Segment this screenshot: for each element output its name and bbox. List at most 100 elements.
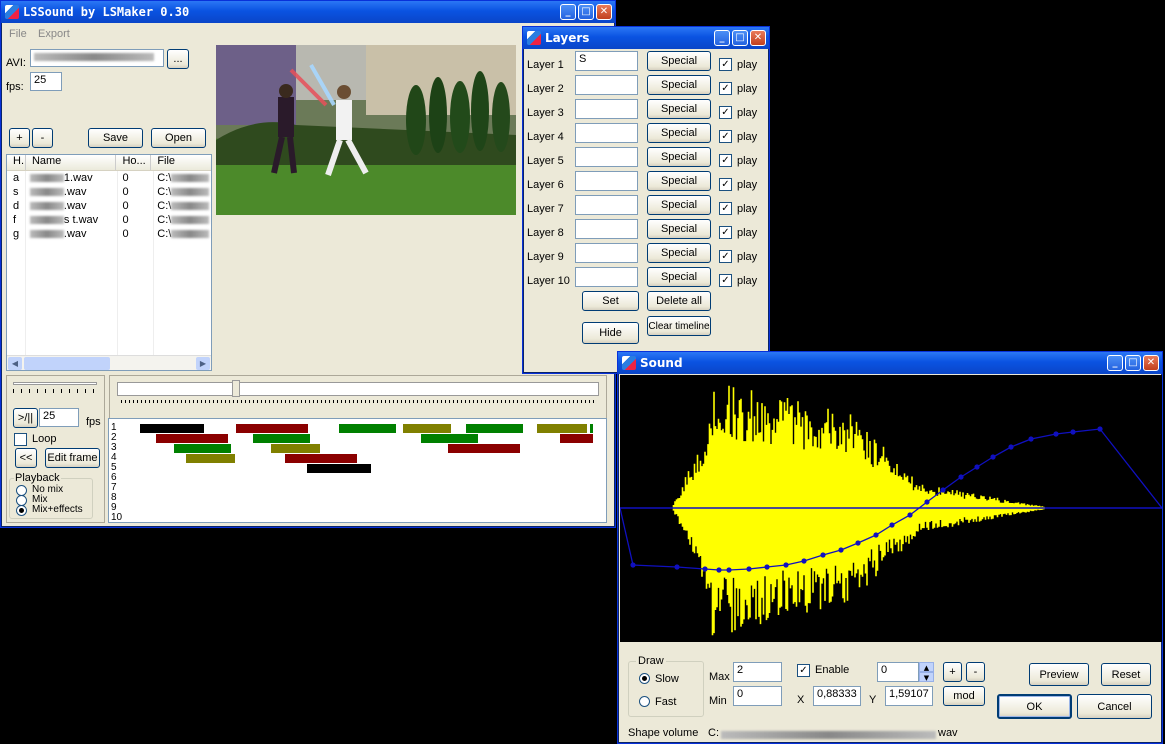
layer-key-input[interactable] — [575, 171, 638, 191]
position-slider[interactable] — [117, 380, 599, 406]
col-header-name[interactable]: Name — [26, 155, 117, 170]
max-input[interactable]: 2 — [733, 662, 782, 682]
timeline-clip[interactable] — [253, 434, 310, 443]
menu-file[interactable]: File — [9, 28, 27, 40]
curve-point[interactable] — [820, 552, 826, 558]
speed-slider[interactable] — [13, 379, 97, 395]
timeline-clip[interactable] — [174, 444, 231, 453]
layer-special-button[interactable]: Special — [647, 123, 711, 143]
timeline-clip[interactable] — [140, 424, 204, 433]
curve-point[interactable] — [889, 522, 895, 528]
timeline-canvas[interactable]: 1 2 3 4 5 6 7 8 9 10 — [108, 418, 607, 523]
curve-point[interactable] — [702, 566, 708, 572]
timeline-clip[interactable] — [421, 434, 478, 443]
col-header-file[interactable]: File — [151, 155, 211, 170]
layer-special-button[interactable]: Special — [647, 219, 711, 239]
col-header-h[interactable]: H. — [7, 155, 26, 170]
maximize-icon[interactable]: □ — [1125, 355, 1141, 371]
minimize-icon[interactable]: _ — [560, 4, 576, 20]
curve-point[interactable] — [726, 567, 732, 573]
layer-play-checkbox[interactable]: ✓ — [719, 154, 732, 167]
col-header-ho[interactable]: Ho... — [116, 155, 152, 170]
sound-titlebar[interactable]: Sound _ □ ✕ — [618, 352, 1162, 374]
curve-point[interactable] — [1053, 431, 1059, 437]
table-row[interactable]: a 1.wav 0 C:\ — [7, 171, 211, 185]
layer-key-input[interactable] — [575, 267, 638, 287]
timeline-clip[interactable] — [285, 454, 357, 463]
hide-button[interactable]: Hide — [582, 322, 639, 344]
maximize-icon[interactable]: □ — [732, 30, 748, 46]
curve-point[interactable] — [990, 454, 996, 460]
reset-button[interactable]: Reset — [1101, 663, 1151, 686]
preview-button[interactable]: Preview — [1029, 663, 1089, 686]
set-button[interactable]: Set — [582, 291, 639, 311]
play-pause-button[interactable]: >/|| — [13, 408, 38, 428]
avi-browse-button[interactable]: ... — [167, 49, 189, 69]
spin-up-icon[interactable]: ▲ — [919, 662, 934, 672]
table-row[interactable]: d .wav 0 C:\ — [7, 199, 211, 213]
y-input[interactable]: 1,59107 — [885, 686, 933, 706]
curve-point[interactable] — [940, 487, 946, 493]
curve-point[interactable] — [873, 532, 879, 538]
layer-play-checkbox[interactable]: ✓ — [719, 106, 732, 119]
scroll-left-icon[interactable]: ◀ — [8, 357, 22, 370]
fast-radio[interactable] — [639, 696, 650, 707]
layer-key-input[interactable]: S — [575, 51, 638, 71]
curve-point[interactable] — [907, 512, 913, 518]
timeline-clip[interactable] — [339, 424, 396, 433]
ok-button[interactable]: OK — [997, 694, 1072, 719]
layer-play-checkbox[interactable]: ✓ — [719, 250, 732, 263]
maximize-icon[interactable]: □ — [578, 4, 594, 20]
layer-key-input[interactable] — [575, 219, 638, 239]
timeline-clip[interactable] — [271, 444, 320, 453]
close-icon[interactable]: ✕ — [1143, 355, 1159, 371]
minimize-icon[interactable]: _ — [714, 30, 730, 46]
layer-special-button[interactable]: Special — [647, 267, 711, 287]
add-point-button[interactable]: + — [943, 662, 962, 682]
edit-frame-button[interactable]: Edit frame — [45, 448, 100, 468]
timeline-clip[interactable] — [590, 424, 593, 433]
play-fps-input[interactable]: 25 — [39, 408, 79, 427]
layer-key-input[interactable] — [575, 123, 638, 143]
layer-special-button[interactable]: Special — [647, 195, 711, 215]
minimize-icon[interactable]: _ — [1107, 355, 1123, 371]
curve-point[interactable] — [764, 564, 770, 570]
layer-special-button[interactable]: Special — [647, 75, 711, 95]
layer-play-checkbox[interactable]: ✓ — [719, 178, 732, 191]
curve-point[interactable] — [855, 540, 861, 546]
avi-input[interactable] — [30, 49, 164, 67]
layer-key-input[interactable] — [575, 147, 638, 167]
clear-timeline-button[interactable]: Clear timeline — [647, 316, 711, 336]
min-input[interactable]: 0 — [733, 686, 782, 706]
curve-point[interactable] — [1008, 444, 1014, 450]
slow-radio[interactable] — [639, 673, 650, 684]
layer-key-input[interactable] — [575, 195, 638, 215]
mix-effects-radio[interactable] — [16, 505, 27, 516]
timeline-clip[interactable] — [186, 454, 235, 463]
table-row[interactable]: s .wav 0 C:\ — [7, 185, 211, 199]
x-input[interactable]: 0,88333 — [813, 686, 861, 706]
position-slider-thumb[interactable] — [232, 380, 240, 397]
open-button[interactable]: Open — [151, 128, 206, 148]
timeline-clip[interactable] — [403, 424, 451, 433]
timeline-clip[interactable] — [236, 424, 308, 433]
layer-special-button[interactable]: Special — [647, 51, 711, 71]
timeline-clip[interactable] — [448, 444, 520, 453]
remove-sound-button[interactable]: - — [32, 128, 53, 148]
curve-point[interactable] — [1097, 426, 1103, 432]
layer-special-button[interactable]: Special — [647, 171, 711, 191]
waveform-canvas[interactable] — [620, 375, 1162, 642]
curve-point[interactable] — [838, 547, 844, 553]
add-sound-button[interactable]: + — [9, 128, 30, 148]
curve-point[interactable] — [783, 562, 789, 568]
close-icon[interactable]: ✕ — [596, 4, 612, 20]
table-row[interactable]: f s t.wav 0 C:\ — [7, 213, 211, 227]
layer-play-checkbox[interactable]: ✓ — [719, 226, 732, 239]
curve-point[interactable] — [674, 564, 680, 570]
mod-button[interactable]: mod — [943, 686, 985, 706]
table-row[interactable]: g .wav 0 C:\ — [7, 227, 211, 241]
layer-key-input[interactable] — [575, 99, 638, 119]
curve-point[interactable] — [801, 558, 807, 564]
timeline-clip[interactable] — [307, 464, 371, 473]
rewind-button[interactable]: << — [15, 448, 37, 468]
